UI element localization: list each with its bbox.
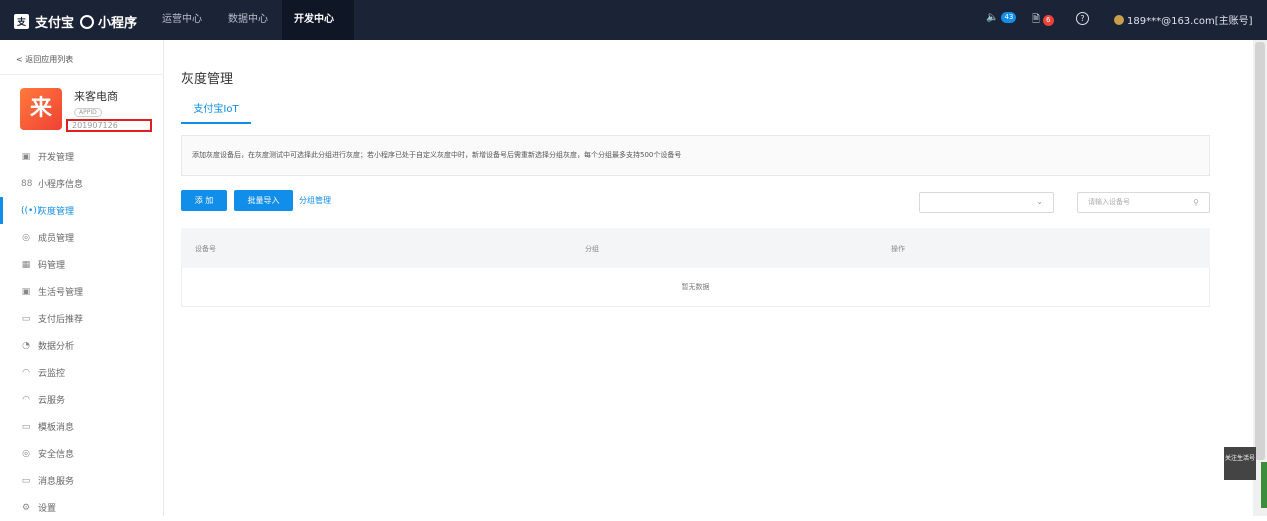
sidebar-item-label: 消息服务 — [38, 477, 75, 487]
follow-life-account-button[interactable]: 关注生活号 — [1224, 447, 1256, 480]
back-to-app-list-link[interactable]: < 返回应用列表 — [16, 54, 73, 65]
grid-icon: 88 — [21, 178, 33, 189]
life-account-icon: ▣ — [21, 286, 31, 297]
add-button[interactable]: 添 加 — [181, 190, 227, 211]
top-navigation-bar: 支 支付宝 小程序 运营中心 数据中心 开发中心 ▴ 🔈 43 🗎 6 ? 18… — [0, 0, 1267, 65]
gear-icon: ⚙ — [21, 502, 31, 513]
table-header: 设备号 分组 操作 — [181, 228, 1210, 268]
sidebar-item-label: 开发管理 — [38, 153, 75, 163]
account-name: 189***@163.com[主账号] — [1127, 16, 1253, 27]
sidebar-item-settings[interactable]: ⚙ 设置 — [0, 494, 164, 521]
nav-data-center[interactable]: 数据中心 — [216, 0, 280, 40]
broadcast-icon: ((•)) — [21, 205, 41, 216]
sidebar-item-label: 小程序信息 — [38, 180, 84, 190]
sidebar-item-data-analysis[interactable]: ◔ 数据分析 — [0, 332, 164, 359]
notification-button[interactable]: 🔈 43 — [986, 12, 1017, 23]
monitor-icon: ▭ — [21, 313, 31, 324]
tasks-button[interactable]: 🗎 6 — [1032, 12, 1054, 29]
chart-icon: ◔ — [22, 340, 30, 351]
sidebar-item-label: 支付后推荐 — [38, 315, 84, 325]
column-actions: 操作 — [891, 245, 905, 253]
sidebar-item-label: 码管理 — [38, 261, 66, 271]
divider — [0, 74, 164, 75]
sidebar-item-dev-management[interactable]: ▣ 开发管理 — [0, 143, 164, 170]
alipay-miniprogram-logo[interactable]: 支 支付宝 小程序 — [14, 12, 137, 31]
sidebar-item-cloud-monitor[interactable]: ◠ 云监控 — [0, 359, 164, 386]
cloud-icon: ◠ — [22, 367, 30, 378]
side-widget[interactable] — [1261, 462, 1267, 508]
empty-table-body: 暂无数据 — [181, 268, 1210, 307]
group-select[interactable]: ⌄ — [919, 192, 1054, 213]
app-id-tag: APPID — [74, 108, 102, 117]
inbox-icon: ▭ — [21, 475, 31, 486]
sidebar-item-label: 成员管理 — [38, 234, 75, 244]
sidebar-item-label: 灰度管理 — [38, 207, 75, 217]
document-icon: 🗎 — [1032, 14, 1041, 25]
sidebar-item-message-service[interactable]: ▭ 消息服务 — [0, 467, 164, 494]
sidebar-item-label: 云监控 — [38, 369, 66, 379]
speaker-icon: 🔈 — [986, 12, 999, 23]
device-search-input[interactable]: 请输入设备号 ⚲ — [1077, 192, 1210, 213]
sidebar-item-miniprogram-info[interactable]: 88 小程序信息 — [0, 170, 164, 197]
qrcode-icon: ▦ — [21, 259, 31, 270]
avatar — [1114, 14, 1124, 25]
sidebar-item-label: 数据分析 — [38, 342, 75, 352]
sidebar-item-label: 云服务 — [38, 396, 66, 406]
sidebar-item-security-info[interactable]: ◎ 安全信息 — [0, 440, 164, 467]
alipay-logo-icon: 支 — [14, 14, 30, 29]
miniprogram-icon — [80, 14, 95, 29]
app-id-value: 201907126 — [66, 119, 152, 132]
app-logo: 来 — [20, 88, 62, 130]
brand-name: 支付宝 — [35, 16, 75, 31]
code-icon: ▣ — [21, 151, 31, 162]
column-group: 分组 — [585, 245, 599, 253]
member-icon: ◎ — [22, 232, 30, 243]
sidebar-item-label: 设置 — [38, 504, 57, 514]
shield-icon: ◎ — [22, 448, 30, 459]
message-icon: ▭ — [21, 421, 31, 432]
search-icon: ⚲ — [1193, 198, 1199, 207]
sidebar-item-cloud-service[interactable]: ◠ 云服务 — [0, 386, 164, 413]
miniprogram-brand: 小程序 — [80, 12, 137, 31]
page-title: 灰度管理 — [181, 72, 234, 87]
main-content: 灰度管理 支付宝IoT 添加灰度设备后，在灰度测试中可选择此分组进行灰度；若小程… — [165, 40, 1253, 516]
tab-alipay-iot[interactable]: 支付宝IoT — [181, 100, 251, 124]
task-count-badge: 6 — [1043, 15, 1054, 26]
sidebar-item-member-management[interactable]: ◎ 成员管理 — [0, 224, 164, 251]
nav-operations-center[interactable]: 运营中心 — [150, 0, 214, 40]
cloud-icon: ◠ — [22, 394, 30, 405]
nav-dev-center-label: 开发中心 — [294, 14, 334, 25]
search-placeholder: 请输入设备号 — [1088, 198, 1130, 206]
batch-import-button[interactable]: 批量导入 — [234, 190, 293, 211]
sidebar-item-label: 生活号管理 — [38, 288, 84, 298]
group-management-link[interactable]: 分组管理 — [299, 195, 331, 206]
account-menu[interactable]: 189***@163.com[主账号] — [1114, 12, 1253, 27]
product-name: 小程序 — [98, 16, 138, 31]
chevron-down-icon: ⌄ — [1036, 197, 1043, 206]
help-icon[interactable]: ? — [1076, 12, 1089, 25]
sidebar-item-template-message[interactable]: ▭ 模板消息 — [0, 413, 164, 440]
scrollbar-thumb[interactable] — [1255, 42, 1265, 460]
sidebar-item-life-account[interactable]: ▣ 生活号管理 — [0, 278, 164, 305]
sidebar-item-label: 模板消息 — [38, 423, 75, 433]
info-notice: 添加灰度设备后，在灰度测试中可选择此分组进行灰度；若小程序已处于自定义灰度中时，… — [181, 135, 1210, 176]
sidebar-item-label: 安全信息 — [38, 450, 75, 460]
column-device-id: 设备号 — [195, 245, 216, 253]
nav-dev-center[interactable]: 开发中心 ▴ — [282, 0, 354, 65]
sidebar: < 返回应用列表 来 来客电商 APPID 201907126 ▣ 开发管理 88… — [0, 40, 164, 516]
app-name: 来客电商 — [74, 90, 118, 103]
sidebar-item-gray-management[interactable]: ((•)) 灰度管理 — [0, 197, 164, 224]
sidebar-item-post-payment[interactable]: ▭ 支付后推荐 — [0, 305, 164, 332]
sidebar-item-code-management[interactable]: ▦ 码管理 — [0, 251, 164, 278]
notification-count-badge: 43 — [1001, 12, 1017, 23]
